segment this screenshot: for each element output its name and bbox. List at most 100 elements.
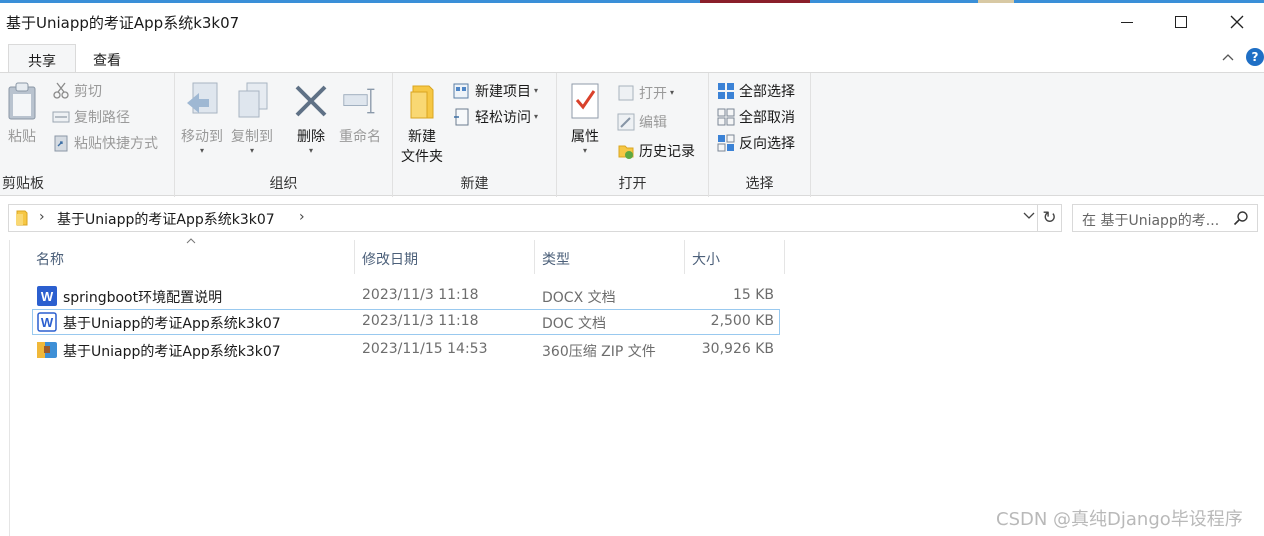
file-name: 基于Uniapp的考证App系统k3k07: [63, 316, 281, 332]
word-doc-icon: W: [37, 312, 57, 332]
search-box[interactable]: 在 基于Uniapp的考...: [1072, 204, 1258, 232]
dropdown-arrow-icon: ▾: [249, 146, 254, 155]
new-folder-button[interactable]: 新建 文件夹: [401, 79, 443, 167]
select-none-label: 全部取消: [739, 110, 795, 126]
minimize-button[interactable]: [1104, 3, 1150, 41]
zip-archive-icon: [37, 342, 57, 358]
breadcrumb-chevron-icon[interactable]: ›: [299, 209, 305, 225]
navigation-pane[interactable]: [0, 240, 10, 536]
file-size: 2,500 KB: [710, 313, 774, 329]
new-folder-label: 新建 文件夹: [401, 127, 443, 167]
ribbon: 粘贴 剪切 复制路径 粘贴快捷方式 剪贴板 移动到 ▾ 复制到 ▾ 删除 ▾ 重…: [0, 72, 1264, 197]
refresh-button[interactable]: ↻: [1038, 204, 1062, 232]
address-dropdown-icon[interactable]: [1023, 209, 1035, 223]
column-header-name[interactable]: 名称: [29, 240, 355, 274]
tab-share[interactable]: 共享: [8, 44, 76, 73]
easy-access-label: 轻松访问: [475, 110, 531, 126]
column-header-date[interactable]: 修改日期: [355, 240, 535, 274]
file-type: DOC 文档: [542, 316, 607, 332]
column-header-size[interactable]: 大小: [685, 240, 785, 274]
paste-button[interactable]: 粘贴: [4, 79, 40, 147]
copy-to-icon: [234, 79, 270, 123]
dropdown-arrow-icon: ▾: [582, 146, 587, 155]
clipboard-group: 粘贴 剪切 复制路径 粘贴快捷方式 剪贴板: [0, 73, 175, 197]
copy-path-icon: [52, 111, 70, 123]
dropdown-arrow-icon: ▾: [199, 146, 204, 155]
svg-text:W: W: [41, 315, 54, 330]
new-folder-label-line1: 新建: [408, 129, 436, 145]
new-item-icon: [453, 83, 469, 99]
edit-pencil-icon: [617, 113, 635, 131]
folder-icon: [404, 79, 440, 123]
move-to-icon: [184, 79, 220, 123]
invert-selection-label: 反向选择: [739, 136, 795, 152]
file-row[interactable]: W springboot环境配置说明 2023/11/3 11:18 DOCX …: [32, 283, 780, 309]
copy-path-label: 复制路径: [74, 110, 130, 126]
file-row-selected[interactable]: W 基于Uniapp的考证App系统k3k07 2023/11/3 11:18 …: [32, 309, 780, 335]
breadcrumb-chevron-icon[interactable]: ›: [39, 209, 45, 225]
open-icon: [618, 85, 634, 101]
column-header-type[interactable]: 类型: [535, 240, 685, 274]
cut-button[interactable]: 剪切: [52, 79, 102, 103]
open-group: 属性 ▾ 打开 ▾ 编辑 历史记录 打开: [557, 73, 709, 197]
scissors-icon: [53, 82, 69, 99]
paste-shortcut-icon: [54, 135, 68, 152]
select-all-button[interactable]: 全部选择: [717, 79, 795, 103]
invert-selection-button[interactable]: 反向选择: [717, 131, 795, 155]
tab-view[interactable]: 查看: [76, 44, 138, 73]
file-type: DOCX 文档: [542, 290, 616, 306]
rename-button[interactable]: 重命名: [339, 79, 381, 147]
easy-access-icon: [454, 108, 469, 126]
paste-shortcut-label: 粘贴快捷方式: [74, 136, 158, 152]
select-none-icon: [717, 108, 735, 126]
select-group: 全部选择 全部取消 反向选择 选择: [709, 73, 811, 197]
file-date: 2023/11/15 14:53: [362, 341, 488, 357]
search-input[interactable]: 在 基于Uniapp的考...: [1082, 210, 1219, 230]
file-date: 2023/11/3 11:18: [362, 287, 479, 303]
copy-to-button[interactable]: 复制到 ▾: [231, 79, 273, 155]
search-icon: [1233, 211, 1248, 226]
dropdown-arrow-icon: ▾: [534, 86, 539, 95]
dropdown-arrow-icon: ▾: [308, 146, 313, 155]
properties-check-icon: [567, 79, 603, 123]
organize-group: 移动到 ▾ 复制到 ▾ 删除 ▾ 重命名 组织: [175, 73, 393, 197]
title-bar: 基于Uniapp的考证App系统k3k07: [0, 3, 1264, 41]
invert-selection-icon: [717, 134, 735, 152]
file-size: 15 KB: [732, 287, 774, 303]
open-button[interactable]: 打开 ▾: [617, 81, 674, 105]
properties-label: 属性: [571, 129, 599, 145]
file-row[interactable]: 基于Uniapp的考证App系统k3k07 2023/11/15 14:53 3…: [32, 337, 780, 363]
file-name: springboot环境配置说明: [63, 290, 223, 306]
address-bar[interactable]: › 基于Uniapp的考证App系统k3k07 ›: [8, 204, 1038, 232]
easy-access-button[interactable]: 轻松访问 ▾: [453, 105, 538, 129]
move-to-label: 移动到: [181, 129, 223, 145]
file-name: 基于Uniapp的考证App系统k3k07: [63, 344, 281, 360]
move-to-button[interactable]: 移动到 ▾: [181, 79, 223, 155]
close-button[interactable]: [1214, 3, 1260, 41]
dropdown-arrow-icon: ▾: [534, 112, 539, 121]
delete-button[interactable]: 删除 ▾: [293, 79, 329, 155]
properties-button[interactable]: 属性 ▾: [567, 79, 603, 155]
ribbon-tab-bar: 共享 查看 ?: [0, 41, 1264, 73]
word-docx-icon: W: [37, 286, 57, 306]
select-none-button[interactable]: 全部取消: [717, 105, 795, 129]
window-title: 基于Uniapp的考证App系统k3k07: [6, 14, 240, 32]
maximize-button[interactable]: [1158, 3, 1204, 41]
history-button[interactable]: 历史记录: [617, 139, 695, 163]
paste-shortcut-button[interactable]: 粘贴快捷方式: [52, 131, 158, 155]
minimize-icon: [1121, 21, 1133, 23]
history-icon: [618, 145, 634, 159]
ribbon-collapse-icon[interactable]: [1222, 50, 1234, 65]
new-item-button[interactable]: 新建项目 ▾: [453, 79, 538, 103]
file-date: 2023/11/3 11:18: [362, 313, 479, 329]
breadcrumb-current[interactable]: 基于Uniapp的考证App系统k3k07: [57, 209, 275, 229]
svg-text:W: W: [41, 289, 54, 304]
help-icon[interactable]: ?: [1246, 48, 1264, 66]
copy-path-button[interactable]: 复制路径: [52, 105, 130, 129]
file-type: 360压缩 ZIP 文件: [542, 344, 656, 360]
edit-button[interactable]: 编辑: [617, 110, 667, 134]
history-label: 历史记录: [639, 144, 695, 160]
open-label: 打开: [639, 86, 667, 102]
dropdown-arrow-icon: ▾: [670, 88, 675, 97]
delete-label: 删除: [297, 129, 325, 145]
